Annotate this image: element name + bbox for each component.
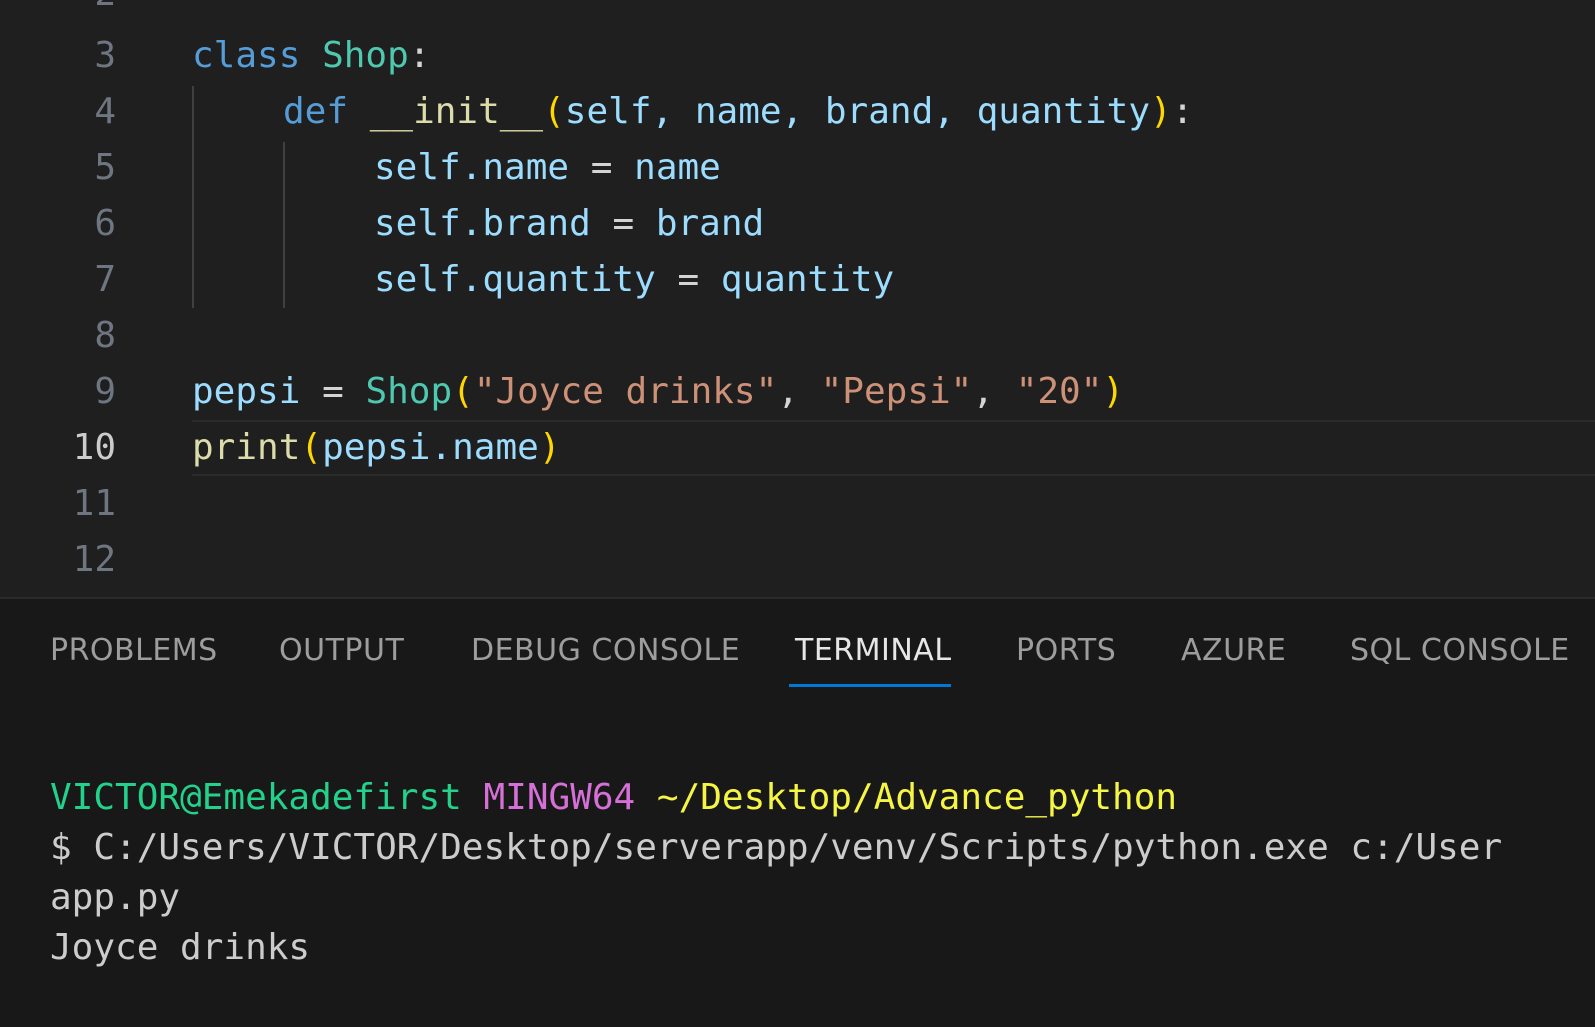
line-number: 6 <box>94 203 116 244</box>
bracket-token: ) <box>538 427 561 468</box>
line-number: 9 <box>94 371 116 412</box>
operator-token: = <box>322 371 344 412</box>
tab-ports[interactable]: PORTS <box>1016 629 1116 673</box>
operator-token: = <box>677 259 700 300</box>
code-text[interactable]: self.quantity = quantity <box>374 252 894 308</box>
bracket-token: ( <box>543 91 565 132</box>
tab-sql-console[interactable]: SQL CONSOLE <box>1350 629 1570 673</box>
code-line-12: 12 <box>0 532 1595 588</box>
line-number: 7 <box>94 259 116 300</box>
class-name-token: Shop <box>322 35 409 76</box>
variable-token: self.quantity <box>374 259 656 300</box>
tab-debug-console[interactable]: DEBUG CONSOLE <box>471 629 740 673</box>
terminal-output: Joyce drinks <box>50 927 311 968</box>
code-text[interactable]: class Shop: <box>192 28 430 84</box>
tab-output[interactable]: OUTPUT <box>279 629 404 673</box>
line-number: 2 <box>6 0 116 22</box>
terminal-user-host: VICTOR@Emekadefirst <box>50 777 462 818</box>
terminal-cwd: ~/Desktop/Advance_python <box>656 777 1178 818</box>
terminal-command: $ C:/Users/VICTOR/Desktop/serverapp/venv… <box>50 827 1503 868</box>
keyword-token: class <box>192 35 301 76</box>
variable-token: brand <box>655 203 765 244</box>
variable-token: self.name <box>374 147 570 188</box>
code-line-11: 11 <box>0 476 1595 532</box>
code-text[interactable]: pepsi = Shop("Joyce drinks", "Pepsi", "2… <box>192 364 1124 420</box>
class-name-token: Shop <box>365 371 453 412</box>
tab-azure[interactable]: AZURE <box>1181 629 1286 673</box>
line-number: 12 <box>72 539 116 580</box>
keyword-token: def <box>283 91 349 132</box>
string-token: "20" <box>1015 371 1103 412</box>
punctuation-token: , <box>777 371 821 412</box>
tab-terminal[interactable]: TERMINAL <box>795 629 952 673</box>
variable-token: name <box>634 147 721 188</box>
string-token: "Joyce drinks" <box>473 371 778 412</box>
bracket-token: ) <box>1102 371 1125 412</box>
operator-token: = <box>590 147 613 188</box>
line-number: 5 <box>94 147 116 188</box>
tab-problems[interactable]: PROBLEMS <box>50 629 218 673</box>
bracket-token: ( <box>452 371 474 412</box>
line-number: 4 <box>94 91 116 132</box>
indent-guide <box>283 142 285 308</box>
code-line-4: 4 def __init__(self, name, brand, quanti… <box>0 84 1595 140</box>
panel-tab-bar: PROBLEMS OUTPUT DEBUG CONSOLE TERMINAL P… <box>0 599 1595 699</box>
code-text[interactable]: self.brand = brand <box>374 196 764 252</box>
code-line-3: 3 class Shop: <box>0 28 1595 84</box>
line-number: 3 <box>94 35 116 76</box>
code-editor[interactable]: 2 3 class Shop: 4 def __init__(self, nam… <box>0 0 1595 597</box>
variable-token: quantity <box>720 259 895 300</box>
params-token: self, name, brand, quantity <box>564 91 1150 132</box>
code-line-10: 10 print(pepsi.name) <box>0 420 1595 476</box>
code-text[interactable]: def __init__(self, name, brand, quantity… <box>283 84 1193 140</box>
string-token: "Pepsi" <box>820 371 973 412</box>
code-line-6: 6 self.brand = brand <box>0 196 1595 252</box>
punctuation-token: : <box>408 35 431 76</box>
variable-token: pepsi <box>192 371 301 412</box>
code-line-8: 8 <box>0 308 1595 364</box>
punctuation-token: : <box>1171 91 1194 132</box>
code-line-5: 5 self.name = name <box>0 140 1595 196</box>
function-name-token: print <box>192 427 301 468</box>
terminal-shell: MINGW64 <box>483 777 636 818</box>
function-name-token: __init__ <box>369 91 544 132</box>
code-line-7: 7 self.quantity = quantity <box>0 252 1595 308</box>
punctuation-token: , <box>972 371 1016 412</box>
variable-token: self.brand <box>374 203 591 244</box>
terminal-command-continued: app.py <box>50 877 181 918</box>
variable-token: pepsi.name <box>322 427 539 468</box>
line-number-active: 10 <box>72 427 116 468</box>
operator-token: = <box>612 203 635 244</box>
bracket-token: ( <box>300 427 323 468</box>
code-text[interactable]: print(pepsi.name) <box>192 420 561 476</box>
bracket-token: ) <box>1150 91 1172 132</box>
line-number: 8 <box>94 315 116 356</box>
active-tab-indicator <box>789 684 951 687</box>
terminal-prompt-line: VICTOR@Emekadefirst MINGW64 ~/Desktop/Ad… <box>50 773 1177 823</box>
code-line-9: 9 pepsi = Shop("Joyce drinks", "Pepsi", … <box>0 364 1595 420</box>
line-number: 11 <box>72 483 116 524</box>
code-line-2: 2 <box>0 0 1595 22</box>
bottom-panel: PROBLEMS OUTPUT DEBUG CONSOLE TERMINAL P… <box>0 597 1595 1027</box>
code-text[interactable]: self.name = name <box>374 140 721 196</box>
indent-guide <box>192 86 194 308</box>
